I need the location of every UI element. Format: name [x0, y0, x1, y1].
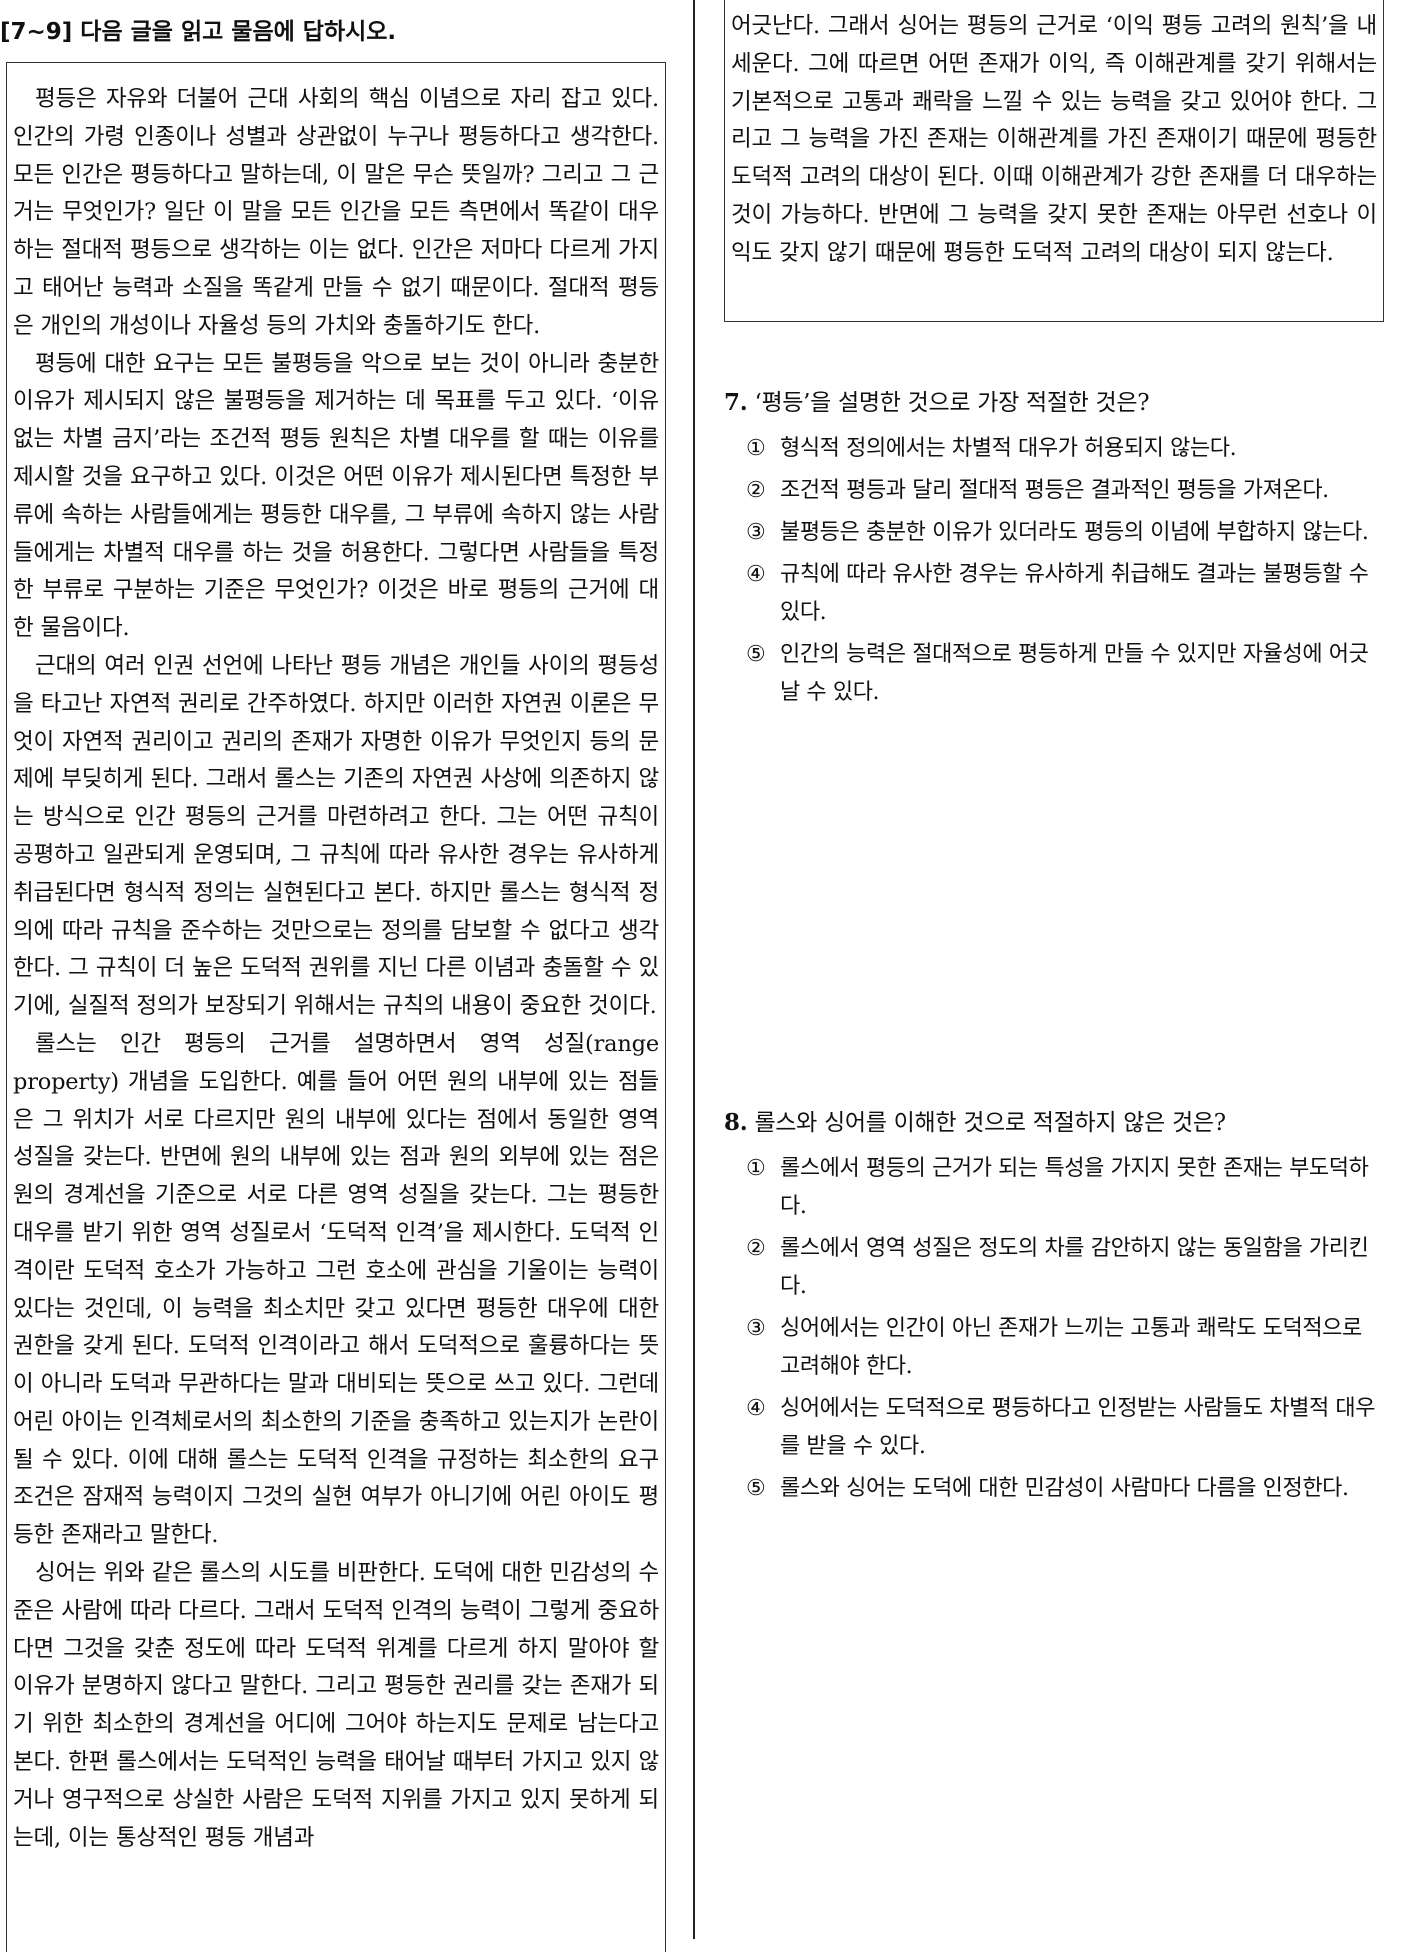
choice-item[interactable]: ④ 싱어에서는 도덕적으로 평등하다고 인정받는 사람들도 차별적 대우를 받을 …: [746, 1390, 1394, 1466]
choice-text: 롤스와 싱어는 도덕에 대한 민감성이 사람마다 다름을 인정한다.: [780, 1476, 1349, 1501]
choice-item[interactable]: ⑤ 인간의 능력은 절대적으로 평등하게 만들 수 있지만 자율성에 어긋날 수 …: [746, 636, 1394, 712]
question-text: 롤스와 싱어를 이해한 것으로 적절하지 않은 것은?: [754, 1110, 1226, 1136]
question-8: 8. 롤스와 싱어를 이해한 것으로 적절하지 않은 것은? ① 롤스에서 평등의…: [724, 1108, 1394, 1512]
choice-mark: ③: [746, 1316, 766, 1341]
choice-text: 조건적 평등과 달리 절대적 평등은 결과적인 평등을 가져온다.: [780, 478, 1329, 503]
choice-item[interactable]: ① 롤스에서 평등의 근거가 되는 특성을 가지지 못한 존재는 부도덕하다.: [746, 1150, 1394, 1226]
choice-text: 싱어에서는 도덕적으로 평등하다고 인정받는 사람들도 차별적 대우를 받을 수…: [780, 1396, 1376, 1459]
choice-text: 규칙에 따라 유사한 경우는 유사하게 취급해도 결과는 불평등할 수 있다.: [780, 562, 1369, 625]
passage-text-right: 어긋난다. 그래서 싱어는 평등의 근거로 ‘이익 평등 고려의 원칙’을 내세…: [725, 0, 1383, 273]
choice-item[interactable]: ② 롤스에서 영역 성질은 정도의 차를 감안하지 않는 동일함을 가리킨다.: [746, 1230, 1394, 1306]
choice-text: 인간의 능력은 절대적으로 평등하게 만들 수 있지만 자율성에 어긋날 수 있…: [780, 642, 1369, 705]
choice-mark: ⑤: [746, 642, 766, 667]
passage-box-right: 어긋난다. 그래서 싱어는 평등의 근거로 ‘이익 평등 고려의 원칙’을 내세…: [724, 0, 1384, 322]
passage-paragraph: 평등에 대한 요구는 모든 불평등을 악으로 보는 것이 아니라 충분한 이유가…: [13, 350, 659, 642]
passage-paragraph: 근대의 여러 인권 선언에 나타난 평등 개념은 개인들 사이의 평등성을 타고…: [13, 652, 659, 1020]
question-stem: 8. 롤스와 싱어를 이해한 것으로 적절하지 않은 것은?: [724, 1108, 1394, 1138]
choice-item[interactable]: ③ 싱어에서는 인간이 아닌 존재가 느끼는 고통과 쾌락도 도덕적으로 고려해야…: [746, 1310, 1394, 1386]
choice-list: ① 롤스에서 평등의 근거가 되는 특성을 가지지 못한 존재는 부도덕하다. ②…: [724, 1150, 1394, 1508]
choice-mark: ①: [746, 1156, 766, 1181]
choice-item[interactable]: ① 형식적 정의에서는 차별적 대우가 허용되지 않는다.: [746, 430, 1394, 468]
question-number: 7.: [724, 389, 748, 416]
passage-paragraph: 어긋난다. 그래서 싱어는 평등의 근거로 ‘이익 평등 고려의 원칙’을 내세…: [731, 13, 1377, 266]
question-text: ‘평등’을 설명한 것으로 가장 적절한 것은?: [754, 390, 1150, 416]
passage-paragraph: 싱어는 위와 같은 롤스의 시도를 비판한다. 도덕에 대한 민감성의 수준은 …: [13, 1560, 659, 1851]
choice-mark: ④: [746, 562, 766, 587]
choice-item[interactable]: ③ 불평등은 충분한 이유가 있더라도 평등의 이념에 부합하지 않는다.: [746, 514, 1394, 552]
passage-text-left: 평등은 자유와 더불어 근대 사회의 핵심 이념으로 자리 잡고 있다. 인간의…: [7, 63, 665, 1857]
question-stem: 7. ‘평등’을 설명한 것으로 가장 적절한 것은?: [724, 388, 1394, 418]
choice-list: ① 형식적 정의에서는 차별적 대우가 허용되지 않는다. ② 조건적 평등과 달리…: [724, 430, 1394, 712]
passage-paragraph: 평등은 자유와 더불어 근대 사회의 핵심 이념으로 자리 잡고 있다. 인간의…: [13, 86, 659, 339]
choice-mark: ③: [746, 520, 766, 545]
choice-mark: ⑤: [746, 1476, 766, 1501]
choice-mark: ①: [746, 436, 766, 461]
choice-item[interactable]: ⑤ 롤스와 싱어는 도덕에 대한 민감성이 사람마다 다름을 인정한다.: [746, 1470, 1394, 1508]
passage-paragraph: 롤스는 인간 평등의 근거를 설명하면서 영역 성질(range propert…: [13, 1030, 659, 1549]
choice-mark: ②: [746, 478, 766, 503]
choice-text: 싱어에서는 인간이 아닌 존재가 느끼는 고통과 쾌락도 도덕적으로 고려해야 …: [780, 1316, 1362, 1379]
passage-box-left: 평등은 자유와 더불어 근대 사회의 핵심 이념으로 자리 잡고 있다. 인간의…: [6, 62, 666, 1952]
choice-mark: ④: [746, 1396, 766, 1421]
choice-item[interactable]: ② 조건적 평등과 달리 절대적 평등은 결과적인 평등을 가져온다.: [746, 472, 1394, 510]
question-number: 8.: [724, 1109, 748, 1136]
choice-text: 롤스에서 영역 성질은 정도의 차를 감안하지 않는 동일함을 가리킨다.: [780, 1236, 1369, 1299]
column-divider: [693, 0, 695, 1939]
question-7: 7. ‘평등’을 설명한 것으로 가장 적절한 것은? ① 형식적 정의에서는 차…: [724, 388, 1394, 716]
choice-text: 형식적 정의에서는 차별적 대우가 허용되지 않는다.: [780, 436, 1237, 461]
choice-mark: ②: [746, 1236, 766, 1261]
choice-item[interactable]: ④ 규칙에 따라 유사한 경우는 유사하게 취급해도 결과는 불평등할 수 있다.: [746, 556, 1394, 632]
section-header: [7~9] 다음 글을 읽고 물음에 답하시오.: [0, 19, 397, 45]
choice-text: 롤스에서 평등의 근거가 되는 특성을 가지지 못한 존재는 부도덕하다.: [780, 1156, 1369, 1219]
choice-text: 불평등은 충분한 이유가 있더라도 평등의 이념에 부합하지 않는다.: [780, 520, 1369, 545]
